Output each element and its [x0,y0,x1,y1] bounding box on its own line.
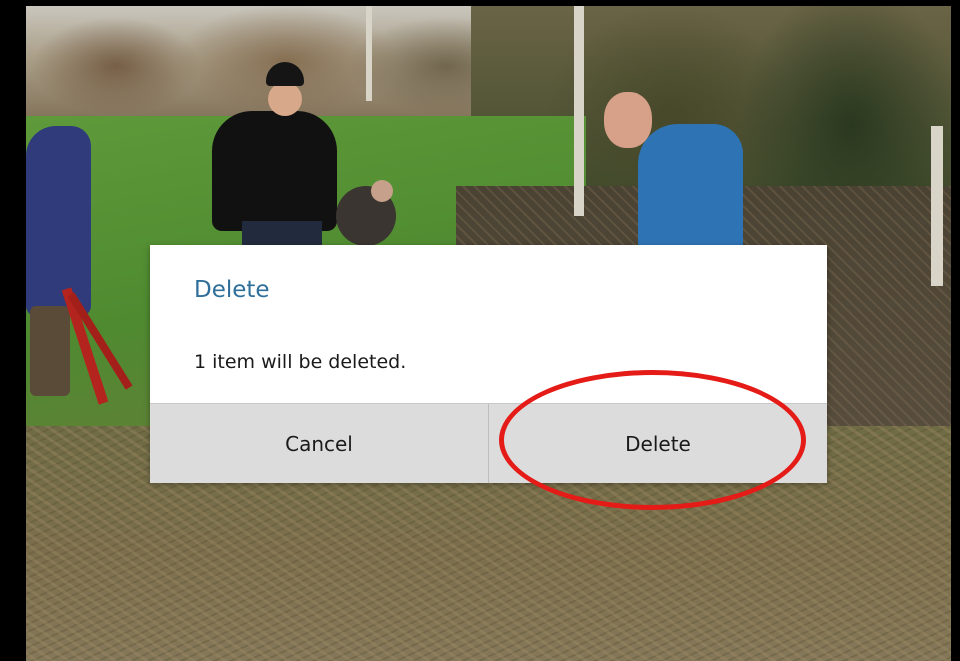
photo-person-left-leg [30,306,70,396]
delete-button[interactable]: Delete [489,404,827,483]
photo-birch-trunk [931,126,943,286]
photo-birch-trunk [366,6,372,101]
cancel-button[interactable]: Cancel [150,404,489,483]
delete-dialog: Delete 1 item will be deleted. Cancel De… [150,245,827,483]
photo-person-left [26,126,91,316]
photo-person-right-head [604,92,652,148]
tablet-screen: Delete 1 item will be deleted. Cancel De… [0,0,960,661]
photo-person-crouching-head [371,180,393,202]
photo-person-right [638,124,743,254]
photo-birch-trunk [574,6,584,216]
dialog-button-bar: Cancel Delete [150,403,827,483]
photo-person-center-head [268,82,302,116]
photo-person-center [212,111,337,231]
dialog-message: 1 item will be deleted. [194,351,407,373]
dialog-title: Delete [194,277,270,303]
